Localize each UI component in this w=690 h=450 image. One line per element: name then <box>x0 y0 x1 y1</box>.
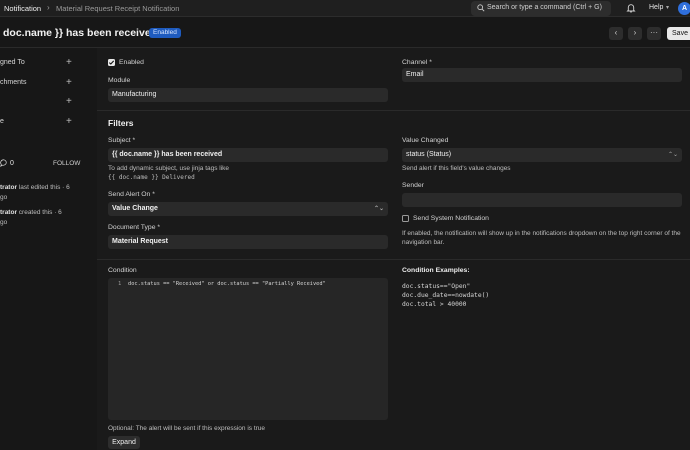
condition-code-editor[interactable]: 1 doc.status == "Received" or doc.status… <box>108 278 388 420</box>
system-notification-help: If enabled, the notification will show u… <box>402 230 681 246</box>
send-system-notification-label: Send System Notification <box>413 215 489 222</box>
search-placeholder: Search or type a command (Ctrl + G) <box>487 4 602 11</box>
value-changed-select[interactable]: status (Status) ⌃⌄ <box>402 148 682 162</box>
search-icon <box>477 4 485 12</box>
example-line: doc.total > 40000 <box>402 301 467 308</box>
next-doc-button[interactable]: › <box>628 27 642 40</box>
select-arrows-icon: ⌃⌄ <box>373 206 384 212</box>
sidebar-item-assigned-to[interactable]: gned To + <box>0 58 80 68</box>
document-type-label: Document Type * <box>108 224 161 231</box>
chevron-left-icon: ‹ <box>614 28 618 37</box>
subject-label: Subject * <box>108 137 136 144</box>
navbar: Notification › Material Request Receipt … <box>0 0 690 17</box>
send-alert-on-label: Send Alert On * <box>108 191 155 198</box>
plus-icon[interactable]: + <box>66 97 72 107</box>
follow-button[interactable]: FOLLOW <box>53 160 80 167</box>
activity-time: go <box>0 219 8 226</box>
activity-user[interactable]: trator <box>0 184 17 191</box>
activity-text: last edited this · 6 <box>16 184 70 191</box>
activity-time: go <box>0 194 8 201</box>
enabled-checkbox[interactable] <box>108 59 115 66</box>
sidebar-item-attachments[interactable]: chments + <box>0 78 80 88</box>
value-changed-help: Send alert if this field's value changes <box>402 165 511 172</box>
example-line: doc.due_date==nowdate() <box>402 292 490 299</box>
channel-label: Channel * <box>402 59 432 66</box>
condition-label: Condition <box>108 267 137 274</box>
plus-icon[interactable]: + <box>66 58 72 68</box>
expand-button[interactable]: Expand <box>108 436 140 449</box>
example-line: doc.status=="Open" <box>402 283 471 290</box>
sidebar-item-label: chments <box>0 79 27 86</box>
send-alert-on-select[interactable]: Value Change ⌃⌄ <box>108 202 388 216</box>
subject-help-code: {{ doc.name }} Delivered <box>108 174 195 181</box>
sender-label: Sender <box>402 182 424 189</box>
filters-section-title: Filters <box>108 118 134 128</box>
breadcrumb-separator-icon: › <box>47 3 50 12</box>
plus-icon[interactable]: + <box>66 117 72 127</box>
activity-item: trator created this · 6 go <box>0 208 70 228</box>
chevron-down-icon: ▾ <box>666 5 670 11</box>
status-badge: Enabled <box>149 28 181 38</box>
condition-examples-title: Condition Examples: <box>402 267 470 274</box>
save-button[interactable]: Save <box>667 27 690 40</box>
page-title: doc.name }} has been received <box>3 27 158 39</box>
comment-icon <box>0 159 7 167</box>
sender-field[interactable] <box>402 193 682 207</box>
help-menu[interactable]: Help <box>649 4 663 11</box>
check-icon <box>108 60 115 65</box>
subject-help: To add dynamic subject, use jinja tags l… <box>108 164 229 182</box>
module-label: Module <box>108 77 131 84</box>
condition-help: Optional: The alert will be sent if this… <box>108 425 266 432</box>
search-input[interactable]: Search or type a command (Ctrl + G) <box>471 1 611 16</box>
sidebar-item-label: gned To <box>0 59 25 66</box>
comment-count: 0 <box>10 160 14 167</box>
subject-field[interactable]: {{ doc.name }} has been received <box>108 148 388 162</box>
value-changed-label: Value Changed <box>402 137 449 144</box>
bell-icon[interactable] <box>626 3 636 13</box>
subject-help-text: To add dynamic subject, use jinja tags l… <box>108 165 230 172</box>
avatar[interactable]: A <box>678 2 690 15</box>
sidebar-item-label: e <box>0 118 4 125</box>
code-line-text: doc.status == "Received" or doc.status =… <box>128 281 326 287</box>
send-system-notification-checkbox[interactable] <box>402 215 409 222</box>
code-line-number: 1 <box>118 281 122 287</box>
activity-text: created this · 6 <box>16 209 62 216</box>
sidebar-item-share[interactable]: e + <box>0 117 80 127</box>
select-arrows-icon: ⌃⌄ <box>667 152 678 158</box>
document-type-field[interactable]: Material Request <box>108 235 388 249</box>
plus-icon[interactable]: + <box>66 78 72 88</box>
activity-item: trator last edited this · 6 go <box>0 183 70 203</box>
breadcrumb-current[interactable]: Material Request Receipt Notification <box>56 4 179 13</box>
module-field[interactable]: Manufacturing <box>108 88 388 102</box>
send-alert-on-value: Value Change <box>112 205 158 212</box>
chevron-right-icon: › <box>633 28 637 37</box>
breadcrumb-notification[interactable]: Notification <box>4 4 41 13</box>
value-changed-value: status (Status) <box>406 151 452 158</box>
previous-doc-button[interactable]: ‹ <box>609 27 623 40</box>
activity-user[interactable]: trator <box>0 209 17 216</box>
more-options-button[interactable]: ··· <box>647 27 661 40</box>
channel-field[interactable]: Email <box>402 68 682 82</box>
section-divider <box>97 110 690 111</box>
condition-examples: doc.status=="Open" doc.due_date==nowdate… <box>402 282 489 309</box>
enabled-label: Enabled <box>119 59 144 66</box>
section-divider <box>97 259 690 260</box>
